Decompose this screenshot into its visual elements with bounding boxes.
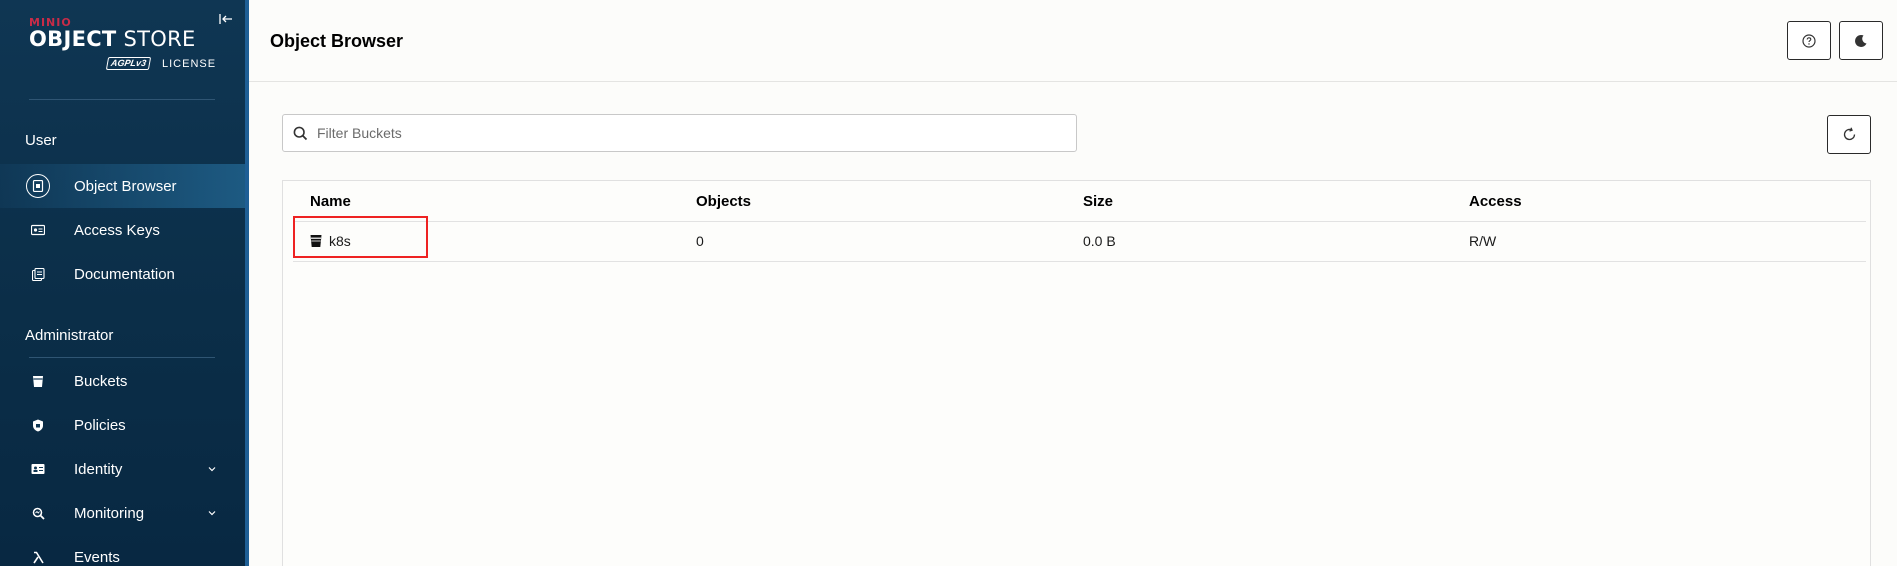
dark-mode-toggle[interactable] — [1839, 21, 1883, 60]
chevron-down-icon — [208, 467, 216, 472]
license-label: LICENSE — [162, 58, 217, 70]
sidebar-item-monitoring[interactable]: Monitoring — [0, 491, 245, 535]
bucket-access: R/W — [1469, 233, 1497, 249]
documentation-icon — [26, 262, 50, 286]
bucket-size: 0.0 B — [1083, 233, 1116, 249]
bucket-icon — [26, 369, 50, 393]
sidebar-item-label: Policies — [74, 416, 126, 434]
bucket-icon — [310, 234, 322, 251]
sidebar-item-label: Object Browser — [74, 177, 177, 195]
lambda-icon — [26, 545, 50, 566]
sidebar-item-label: Identity — [74, 460, 123, 478]
sidebar-item-label: Access Keys — [74, 221, 160, 239]
sidebar-item-events[interactable]: Events — [0, 535, 245, 566]
sidebar-item-buckets[interactable]: Buckets — [0, 359, 245, 403]
help-button[interactable] — [1787, 21, 1831, 60]
sidebar-item-object-browser[interactable]: Object Browser — [0, 164, 245, 208]
page-title: Object Browser — [270, 31, 404, 51]
sidebar-item-identity[interactable]: Identity — [0, 447, 245, 491]
section-administrator: Administrator — [25, 327, 114, 344]
filter-buckets-field[interactable] — [282, 114, 1077, 152]
sidebar-item-label: Documentation — [74, 265, 175, 283]
collapse-left-icon — [219, 14, 232, 24]
identity-card-icon — [26, 457, 50, 481]
product-name: OBJECT STORE — [29, 27, 196, 51]
chevron-down-icon — [208, 511, 216, 516]
filter-buckets-input[interactable] — [317, 115, 1057, 151]
column-header-access[interactable]: Access — [1469, 193, 1522, 210]
sidebar-divider — [29, 357, 215, 358]
page-header: Object Browser — [249, 0, 1897, 82]
buckets-table: Name Objects Size Access k8s 0 0.0 B R/W — [282, 180, 1871, 566]
sidebar-divider — [29, 99, 215, 100]
minio-logo: MINIO OBJECT STORE AGPLv3 LICENSE — [29, 16, 219, 74]
policy-shield-icon — [26, 413, 50, 437]
search-icon — [293, 126, 308, 141]
refresh-button[interactable] — [1827, 115, 1871, 154]
section-user: User — [25, 132, 57, 149]
moon-icon — [1855, 34, 1867, 47]
collapse-sidebar-button[interactable] — [218, 11, 236, 29]
sidebar-edge — [245, 0, 249, 566]
sidebar-item-label: Monitoring — [74, 504, 145, 522]
object-browser-icon — [26, 174, 50, 198]
sidebar-item-label: Events — [74, 548, 120, 566]
refresh-icon — [1843, 127, 1855, 141]
column-header-name[interactable]: Name — [310, 193, 351, 210]
bucket-name[interactable]: k8s — [329, 233, 351, 249]
sidebar-item-policies[interactable]: Policies — [0, 403, 245, 447]
sidebar: MINIO OBJECT STORE AGPLv3 LICENSE User O… — [0, 0, 245, 566]
monitoring-search-icon — [26, 501, 50, 525]
sidebar-item-label: Buckets — [74, 372, 128, 390]
access-keys-icon — [26, 218, 50, 242]
column-header-objects[interactable]: Objects — [696, 193, 751, 210]
help-icon — [1802, 33, 1816, 48]
sidebar-item-access-keys[interactable]: Access Keys — [0, 208, 245, 252]
agpl-badge: AGPLv3 — [105, 57, 152, 70]
table-row[interactable]: k8s 0 0.0 B R/W — [293, 222, 1866, 262]
column-header-size[interactable]: Size — [1083, 193, 1113, 210]
sidebar-item-documentation[interactable]: Documentation — [0, 252, 245, 296]
bucket-objects: 0 — [696, 233, 704, 249]
